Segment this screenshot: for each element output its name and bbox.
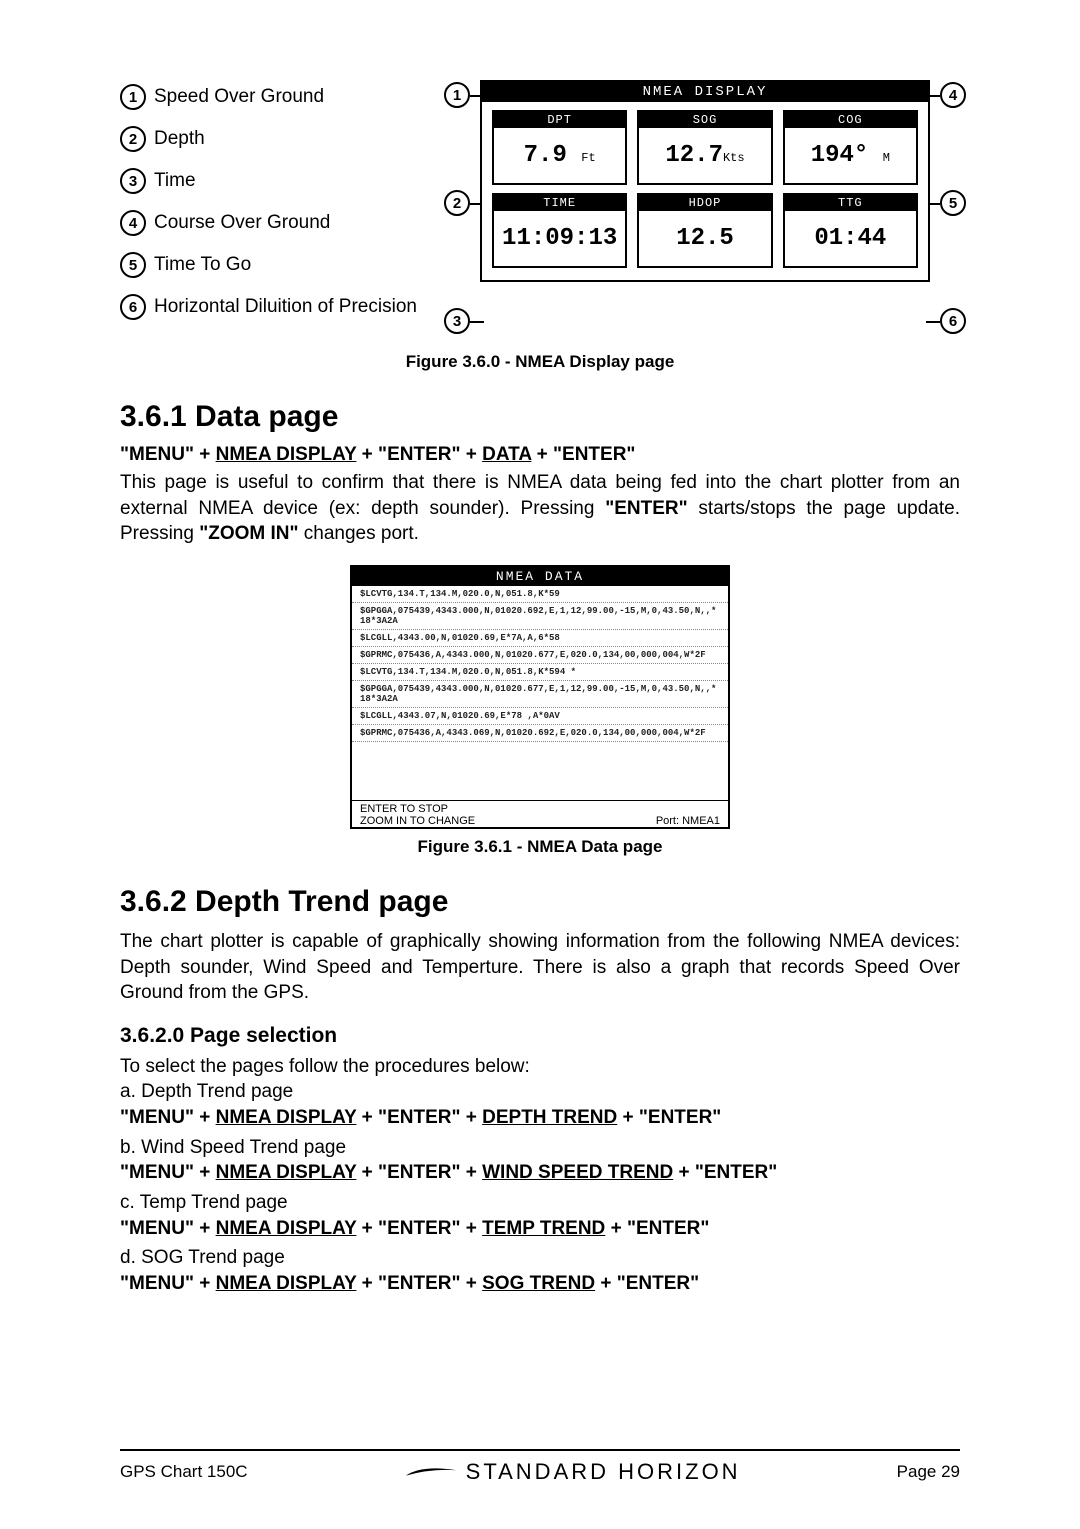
data-line: $GPGGA,075439,4343.000,N,01020.677,E,1,1… [352,681,728,708]
footer-right: Page 29 [897,1462,960,1482]
legend-item: 2 Depth [120,126,420,152]
cell-value: 7.9 [524,142,567,169]
nmea-data-screen: NMEA DATA $LCVTG,134.T,134.M,020.0,N,051… [350,565,730,829]
legend-num: 1 [120,84,146,110]
cell-value: 12.5 [676,225,734,252]
proc-label: c. Temp Trend page [120,1190,960,1216]
nav-sequence-data: "MENU" + NMEA DISPLAY + "ENTER" + DATA +… [120,444,960,466]
cell-value: 01:44 [814,225,886,252]
cell-unit: Kts [723,151,745,165]
footer-left: GPS Chart 150C [120,1462,248,1482]
nmea-display-title: NMEA DISPLAY [482,82,928,102]
legend-item: 5 Time To Go [120,252,420,278]
data-line: $GPRMC,075436,A,4343.069,N,01020.692,E,0… [352,725,728,742]
nmea-cell-hdop: HDOP 12.5 [637,193,772,268]
cell-value: 12.7 [665,142,723,169]
legend-label: Time [154,170,196,192]
nav-sequence-depth: "MENU" + NMEA DISPLAY + "ENTER" + DEPTH … [120,1105,960,1131]
heading-3620: 3.6.2.0 Page selection [120,1024,960,1048]
hint-enter: ENTER TO STOP [360,803,475,815]
nmea-cell-sog: SOG 12.7Kts [637,110,772,185]
cell-value: 194° [811,142,869,169]
hint-zoom: ZOOM IN TO CHANGE [360,815,475,827]
figure-caption-0: Figure 3.6.0 - NMEA Display page [120,352,960,372]
callout-3: 3 [444,308,470,334]
legend-label: Horizontal Diluition of Precision [154,296,417,318]
brand-logo: STANDARD HORIZON [404,1459,741,1485]
legend-num: 4 [120,210,146,236]
nav-sequence-temp: "MENU" + NMEA DISPLAY + "ENTER" + TEMP T… [120,1216,960,1242]
legend-item: 4 Course Over Ground [120,210,420,236]
cell-header: SOG [639,112,770,128]
heading-361: 3.6.1 Data page [120,400,960,434]
figure-caption-1: Figure 3.6.1 - NMEA Data page [120,837,960,857]
nmea-cell-time: TIME 11:09:13 [492,193,627,268]
cell-header: HDOP [639,195,770,211]
proc-label: b. Wind Speed Trend page [120,1135,960,1161]
legend-column: 1 Speed Over Ground 2 Depth 3 Time 4 Course … [120,80,420,336]
cell-header: TIME [494,195,625,211]
legend-label: Speed Over Ground [154,86,324,108]
legend-item: 3 Time [120,168,420,194]
brand-swoosh-icon [404,1463,458,1481]
proc-label: a. Depth Trend page [120,1079,960,1105]
cell-unit: Ft [581,151,595,165]
cell-header: TTG [785,195,916,211]
callout-2: 2 [444,190,470,216]
legend-label: Time To Go [154,254,251,276]
brand-text: STANDARD HORIZON [466,1459,741,1485]
proc-intro: To select the pages follow the procedure… [120,1054,960,1080]
data-line: $LCVTG,134.T,134.M,020.0,N,051.8,K*594 * [352,664,728,681]
legend-item: 1 Speed Over Ground [120,84,420,110]
cell-value: 11:09:13 [502,225,617,252]
hint-port: Port: NMEA1 [656,815,720,827]
nav-sequence-sog: "MENU" + NMEA DISPLAY + "ENTER" + SOG TR… [120,1271,960,1297]
data-line: $LCGLL,4343.07,N,01020.69,E*78 ,A*0AV [352,708,728,725]
callout-6: 6 [940,308,966,334]
legend-label: Depth [154,128,205,150]
data-screen-title: NMEA DATA [352,567,728,586]
legend-item: 6 Horizontal Diluition of Precision [120,294,420,320]
cell-header: DPT [494,112,625,128]
data-line: $LCGLL,4343.00,N,01020.69,E*7A,A,6*58 [352,630,728,647]
callout-1: 1 [444,82,470,108]
proc-label: d. SOG Trend page [120,1245,960,1271]
legend-label: Course Over Ground [154,212,330,234]
cell-header: COG [785,112,916,128]
legend-num: 6 [120,294,146,320]
callout-5: 5 [940,190,966,216]
legend-num: 5 [120,252,146,278]
display-column: 1 2 3 4 5 6 NMEA DISPLAY DPT 7.9 Ft SOG … [450,80,960,336]
page-footer: GPS Chart 150C STANDARD HORIZON Page 29 [120,1449,960,1485]
data-line: $LCVTG,134.T,134.M,020.0,N,051.8,K*59 [352,586,728,603]
procedure-list: To select the pages follow the procedure… [120,1054,960,1297]
nmea-cell-cog: COG 194° M [783,110,918,185]
figure-3-6-1: NMEA DATA $LCVTG,134.T,134.M,020.0,N,051… [120,565,960,829]
nmea-display-panel: NMEA DISPLAY DPT 7.9 Ft SOG 12.7Kts COG … [480,80,930,282]
cell-unit: M [883,151,890,165]
heading-362: 3.6.2 Depth Trend page [120,885,960,919]
figure-3-6-0: 1 Speed Over Ground 2 Depth 3 Time 4 Course … [120,80,960,336]
nmea-cell-dpt: DPT 7.9 Ft [492,110,627,185]
legend-num: 2 [120,126,146,152]
nav-sequence-wind: "MENU" + NMEA DISPLAY + "ENTER" + WIND S… [120,1160,960,1186]
data-screen-hints: ENTER TO STOP ZOOM IN TO CHANGE Port: NM… [352,800,728,827]
para-361: This page is useful to confirm that ther… [120,470,960,547]
legend-num: 3 [120,168,146,194]
data-line: $GPGGA,075439,4343.000,N,01020.692,E,1,1… [352,603,728,630]
nmea-cell-ttg: TTG 01:44 [783,193,918,268]
para-362: The chart plotter is capable of graphica… [120,929,960,1006]
callout-4: 4 [940,82,966,108]
data-line: $GPRMC,075436,A,4343.000,N,01020.677,E,0… [352,647,728,664]
